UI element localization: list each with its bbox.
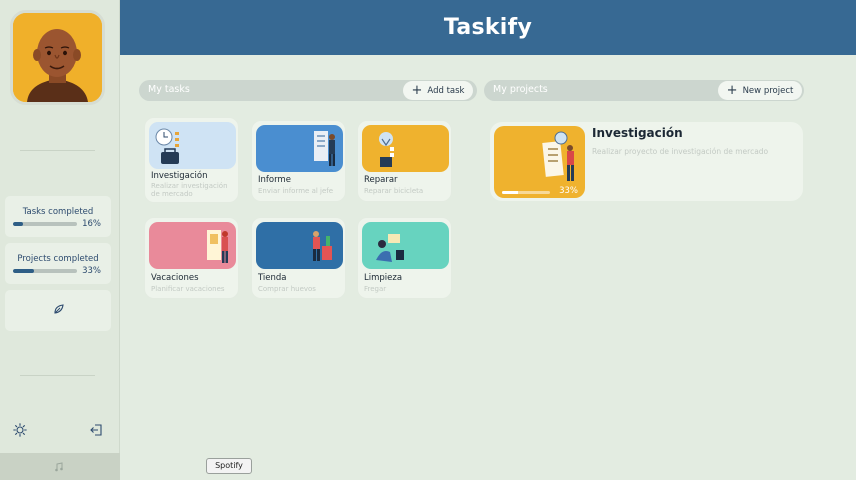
- task-card-informe[interactable]: Informe Enviar informe al jefe: [251, 120, 346, 202]
- projects-completed-percent: 33%: [82, 266, 101, 276]
- leaf-icon[interactable]: [53, 303, 65, 315]
- task-illustration: [362, 222, 449, 269]
- tasks-completed-percent: 16%: [82, 219, 101, 229]
- tasks-completed-progress: [13, 222, 77, 226]
- project-progress-fill: [502, 191, 518, 194]
- task-description: Enviar informe al jefe: [258, 187, 334, 195]
- app-header: Taskify: [120, 0, 856, 55]
- user-avatar[interactable]: [10, 10, 105, 105]
- tasks-completed-label: Tasks completed: [22, 207, 94, 217]
- new-project-label: New project: [742, 85, 794, 96]
- projects-completed-progress: [13, 269, 77, 273]
- tasks-completed-progress-fill: [13, 222, 24, 226]
- project-description: Realizar proyecto de investigación de me…: [592, 147, 769, 156]
- projects-section-title: My projects: [493, 84, 548, 95]
- projects-completed-card: Projects completed 33%: [5, 243, 111, 284]
- new-project-button[interactable]: + New project: [718, 81, 802, 100]
- logout-icon[interactable]: [89, 423, 103, 437]
- spotify-tooltip: Spotify: [206, 458, 252, 474]
- music-icon[interactable]: [54, 462, 64, 472]
- projects-section-bar: My projects + New project: [484, 80, 804, 101]
- task-title: Investigación: [151, 171, 208, 181]
- sidebar-footer: [0, 453, 120, 480]
- plus-icon: +: [411, 82, 423, 98]
- plus-icon: +: [726, 82, 738, 98]
- task-illustration: [256, 125, 343, 172]
- task-card-reparar[interactable]: Reparar Reparar bicicleta: [357, 120, 452, 202]
- app-title: Taskify: [443, 15, 533, 40]
- task-title: Reparar: [364, 175, 398, 185]
- task-title: Limpieza: [364, 273, 403, 283]
- task-illustration: [256, 222, 343, 269]
- music-widget-card[interactable]: [5, 290, 111, 331]
- task-card-tienda[interactable]: Tienda Comprar huevos: [251, 217, 346, 299]
- tasks-completed-card: Tasks completed 16%: [5, 196, 111, 237]
- task-description: Fregar: [364, 285, 387, 293]
- project-progress: [502, 191, 550, 194]
- task-description: Planificar vacaciones: [151, 285, 225, 293]
- task-title: Vacaciones: [151, 273, 199, 283]
- project-card-investigacion[interactable]: 33% Investigación Realizar proyecto de i…: [490, 122, 803, 201]
- project-title: Investigación: [592, 126, 683, 140]
- task-illustration: [149, 122, 236, 169]
- tasks-section-bar: My tasks + Add task: [139, 80, 477, 101]
- add-task-label: Add task: [427, 85, 465, 96]
- tasks-section-title: My tasks: [148, 84, 190, 95]
- task-card-vacaciones[interactable]: Vacaciones Planificar vacaciones: [144, 217, 239, 299]
- add-task-button[interactable]: + Add task: [403, 81, 473, 100]
- sidebar: Tasks completed 16% Projects completed 3…: [0, 0, 120, 480]
- project-illustration: 33%: [494, 126, 585, 198]
- task-title: Informe: [258, 175, 291, 185]
- task-illustration: [149, 222, 236, 269]
- projects-completed-progress-fill: [13, 269, 35, 273]
- project-percent: 33%: [559, 186, 578, 196]
- projects-completed-label: Projects completed: [17, 254, 99, 264]
- task-title: Tienda: [258, 273, 287, 283]
- task-description: Realizar investigación de mercado: [151, 182, 228, 198]
- sun-icon[interactable]: [13, 423, 27, 437]
- sidebar-divider-bottom: [20, 375, 95, 376]
- task-description: Comprar huevos: [258, 285, 316, 293]
- task-description: Reparar bicicleta: [364, 187, 424, 195]
- task-card-limpieza[interactable]: Limpieza Fregar: [357, 217, 452, 299]
- sidebar-divider: [20, 150, 95, 151]
- task-illustration: [362, 125, 449, 172]
- task-card-investigacion[interactable]: Investigación Realizar investigación de …: [144, 117, 239, 203]
